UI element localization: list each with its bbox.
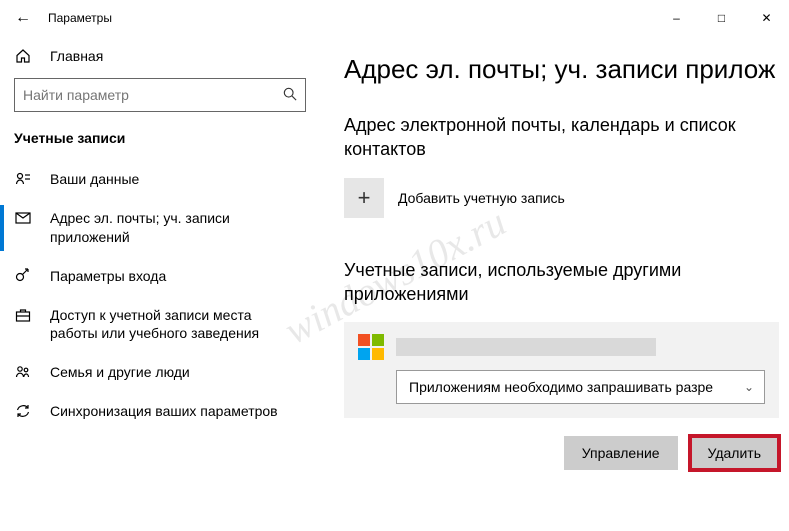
- window-controls: – □ ✕: [654, 0, 789, 36]
- nav-family[interactable]: Семья и другие люди: [0, 353, 320, 392]
- manage-button[interactable]: Управление: [564, 436, 678, 470]
- home-link[interactable]: Главная: [0, 40, 320, 78]
- mail-icon: [14, 210, 32, 226]
- maximize-button[interactable]: □: [699, 0, 744, 36]
- search-icon: [283, 87, 297, 104]
- chevron-down-icon: ⌄: [744, 380, 754, 394]
- briefcase-icon: [14, 307, 32, 323]
- nav-label: Адрес эл. почты; уч. записи приложений: [50, 209, 306, 247]
- sync-icon: [14, 403, 32, 419]
- page-title: Адрес эл. почты; уч. записи прилож: [344, 54, 789, 85]
- back-button[interactable]: ←: [8, 9, 38, 27]
- people-icon: [14, 364, 32, 380]
- section-heading: Учетные записи: [0, 130, 320, 160]
- close-button[interactable]: ✕: [744, 0, 789, 36]
- plus-icon: +: [344, 178, 384, 218]
- nav-label: Синхронизация ваших параметров: [50, 402, 306, 421]
- nav-label: Ваши данные: [50, 170, 306, 189]
- home-label: Главная: [50, 48, 103, 64]
- nav-email-accounts[interactable]: Адрес эл. почты; уч. записи приложений: [0, 199, 320, 257]
- permission-selected-label: Приложениям необходимо запрашивать разре: [409, 379, 713, 395]
- title-bar: ← Параметры – □ ✕: [0, 0, 789, 36]
- window-title: Параметры: [48, 11, 654, 25]
- search-box[interactable]: [14, 78, 306, 112]
- home-icon: [14, 48, 32, 64]
- key-icon: [14, 268, 32, 284]
- section-email-title: Адрес электронной почты, календарь и спи…: [344, 113, 789, 162]
- microsoft-logo-icon: [358, 334, 384, 360]
- content-pane: Адрес эл. почты; уч. записи прилож Адрес…: [320, 36, 789, 531]
- nav-sync[interactable]: Синхронизация ваших параметров: [0, 392, 320, 431]
- delete-button[interactable]: Удалить: [690, 436, 779, 470]
- section-other-apps-title: Учетные записи, используемые другими при…: [344, 258, 789, 307]
- sidebar: Главная Учетные записи Ваши данные Адрес…: [0, 36, 320, 531]
- nav-work-access[interactable]: Доступ к учетной записи места работы или…: [0, 296, 320, 354]
- nav-your-info[interactable]: Ваши данные: [0, 160, 320, 199]
- account-name-redacted: [396, 338, 656, 356]
- minimize-button[interactable]: –: [654, 0, 699, 36]
- permission-select[interactable]: Приложениям необходимо запрашивать разре…: [396, 370, 765, 404]
- nav-label: Параметры входа: [50, 267, 306, 286]
- add-account-row[interactable]: + Добавить учетную запись: [344, 178, 789, 218]
- add-account-label: Добавить учетную запись: [398, 190, 565, 206]
- account-card[interactable]: Приложениям необходимо запрашивать разре…: [344, 322, 779, 418]
- nav-signin-options[interactable]: Параметры входа: [0, 257, 320, 296]
- search-input[interactable]: [23, 87, 283, 103]
- nav-label: Доступ к учетной записи места работы или…: [50, 306, 306, 344]
- nav-label: Семья и другие люди: [50, 363, 306, 382]
- person-icon: [14, 171, 32, 187]
